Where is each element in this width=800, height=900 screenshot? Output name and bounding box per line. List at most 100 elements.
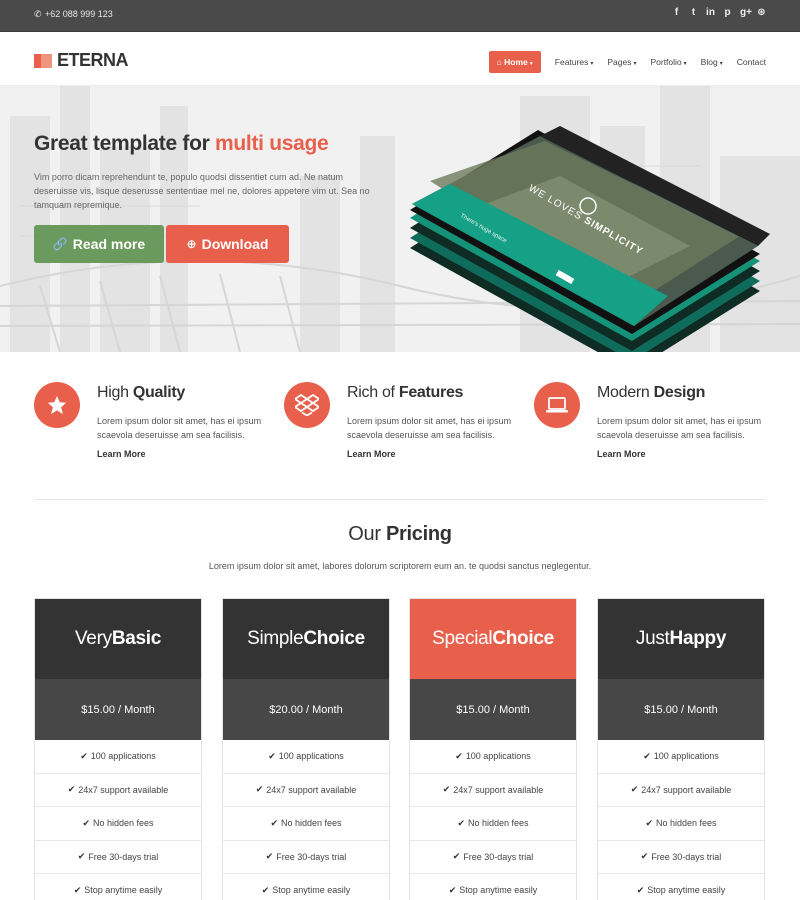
hero-text: Vim porro dicam reprehendunt te, populo … xyxy=(34,172,370,210)
plan-feature-label: Free 30-days trial xyxy=(276,851,347,862)
feature-title: Rich of Features xyxy=(347,384,463,402)
learn-more-link[interactable]: Learn More xyxy=(97,449,146,459)
top-bar: ✆ +62 088 999 123 f t in p g+ ⊛ xyxy=(0,0,800,32)
facebook-icon[interactable]: f xyxy=(672,7,681,18)
logo-mark-icon xyxy=(34,53,52,68)
pricing-subtitle: Lorem ipsum dolor sit amet, labores dolo… xyxy=(208,561,592,571)
plan-feature-label: Stop anytime easily xyxy=(459,885,538,896)
chevron-down-icon: ▾ xyxy=(633,61,637,67)
check-icon: ✔ xyxy=(643,750,651,761)
learn-more-link[interactable]: Learn More xyxy=(347,449,396,459)
plan-feature: ✔ 100 applications xyxy=(35,740,201,774)
hero-mockup xyxy=(410,126,770,352)
feature-title: High Quality xyxy=(97,384,185,402)
plan-name: Very Basic xyxy=(35,599,201,679)
google-plus-icon[interactable]: g+ xyxy=(740,7,752,18)
feature-title: Modern Design xyxy=(597,384,705,402)
check-icon: ✔ xyxy=(80,750,88,761)
phone-number: +62 088 999 123 xyxy=(45,9,113,19)
logo[interactable]: ETERNA xyxy=(34,50,129,71)
logo-text: ETERNA xyxy=(57,50,129,70)
check-icon: ✔ xyxy=(640,851,649,862)
dribbble-icon[interactable]: ⊛ xyxy=(757,7,766,18)
feature-title-bold: Quality xyxy=(132,384,185,401)
plan-feature: ✔ No hidden fees xyxy=(223,807,389,841)
plan-feature: ✔ Free 30-days trial xyxy=(223,841,389,874)
check-icon: ✔ xyxy=(268,750,276,761)
plan-price: $15.00 / Month xyxy=(598,679,764,740)
plan-feature-label: 100 applications xyxy=(653,751,719,762)
plan-feature: ✔ 100 applications xyxy=(598,740,764,774)
twitter-icon[interactable]: t xyxy=(689,7,698,18)
check-icon: ✔ xyxy=(261,884,270,895)
check-icon: ✔ xyxy=(82,817,90,828)
plan-feature-label: 100 applications xyxy=(278,751,344,762)
read-more-label: Read more xyxy=(72,236,146,252)
phone-icon: ✆ xyxy=(34,9,42,19)
plan-feature: ✔ 24x7 support available xyxy=(35,774,201,807)
plan-feature: ✔ 24x7 support available xyxy=(410,774,576,807)
check-icon: ✔ xyxy=(457,817,465,828)
plan-feature-label: Free 30-days trial xyxy=(651,851,722,862)
download-icon: ⊕ xyxy=(186,237,197,251)
plan-feature: ✔ 100 applications xyxy=(223,740,389,774)
learn-more-link[interactable]: Learn More xyxy=(597,449,646,459)
hero-title: Great template for multi usage xyxy=(34,132,329,156)
plan-feature: ✔ 100 applications xyxy=(410,740,576,774)
check-icon: ✔ xyxy=(265,851,274,862)
plan-name-light: Just xyxy=(635,628,670,649)
feature-text: Lorem ipsum dolor sit amet, has ei ipsum… xyxy=(597,416,762,440)
check-icon: ✔ xyxy=(645,817,653,828)
plan-feature-label: Free 30-days trial xyxy=(463,851,534,862)
plan-name-light: Very xyxy=(74,628,112,649)
chevron-down-icon: ▾ xyxy=(719,61,723,67)
plan-feature-label: No hidden fees xyxy=(468,818,529,829)
plan-feature-label: No hidden fees xyxy=(93,818,154,829)
read-more-button[interactable]: 🔗 Read more xyxy=(34,225,164,263)
chevron-down-icon: ▾ xyxy=(683,61,687,67)
plan-feature-label: 100 applications xyxy=(465,751,531,762)
plan-feature: ✔ No hidden fees xyxy=(35,807,201,841)
check-icon: ✔ xyxy=(636,884,645,895)
nav-item-blog[interactable]: Blog ▾ xyxy=(701,57,723,67)
nav-item-home[interactable]: ⌂ Home ▾ xyxy=(488,51,541,73)
nav-item-contact[interactable]: Contact xyxy=(737,57,766,67)
linkedin-icon[interactable]: in xyxy=(706,7,715,18)
plan-name-bold: Choice xyxy=(492,628,554,649)
check-icon: ✔ xyxy=(255,784,264,795)
feature-text: Lorem ipsum dolor sit amet, has ei ipsum… xyxy=(97,416,262,440)
nav-label: Home xyxy=(504,57,528,67)
plan-price: $15.00 / Month xyxy=(410,679,576,740)
laptop-icon xyxy=(534,382,580,428)
nav-label: Contact xyxy=(736,57,766,67)
feature-title-light: Modern xyxy=(597,384,654,401)
plan-feature: ✔ Free 30-days trial xyxy=(598,841,764,874)
hero-background xyxy=(0,86,800,352)
social-links: f t in p g+ ⊛ xyxy=(672,7,766,18)
plan-feature-label: 24x7 support available xyxy=(78,784,169,795)
plan-feature: ✔ Free 30-days trial xyxy=(410,841,576,874)
nav-label: Blog xyxy=(700,57,718,67)
plan-feature-label: 24x7 support available xyxy=(266,784,357,795)
nav-item-portfolio[interactable]: Portfolio ▾ xyxy=(650,57,686,67)
download-button[interactable]: ⊕ Download xyxy=(166,225,289,263)
feature-title-bold: Features xyxy=(398,384,464,401)
pinterest-icon[interactable]: p xyxy=(723,7,732,18)
chevron-down-icon: ▾ xyxy=(529,61,533,67)
plan-feature: ✔ No hidden fees xyxy=(410,807,576,841)
plan-feature: ✔ 24x7 support available xyxy=(598,774,764,807)
link-icon: 🔗 xyxy=(52,237,68,251)
nav-item-features[interactable]: Features ▾ xyxy=(555,57,594,67)
plan-name-bold: Happy xyxy=(669,628,727,649)
nav-item-pages[interactable]: Pages ▾ xyxy=(607,57,636,67)
pricing-card-special-choice: Special Choice $15.00 / Month ✔ 100 appli… xyxy=(409,598,577,900)
plan-feature: ✔ Free 30-days trial xyxy=(35,841,201,874)
pricing-card-very-basic: Very Basic $15.00 / Month ✔ 100 applicati… xyxy=(34,598,202,900)
dropbox-icon xyxy=(284,382,330,428)
check-icon: ✔ xyxy=(77,851,86,862)
plan-name-light: Special xyxy=(432,628,493,649)
plan-feature-label: Stop anytime easily xyxy=(647,885,726,896)
nav-label: Features xyxy=(554,57,589,67)
hero-title-main: Great template for xyxy=(34,132,216,155)
plan-feature: ✔ Stop anytime easily xyxy=(223,874,389,900)
